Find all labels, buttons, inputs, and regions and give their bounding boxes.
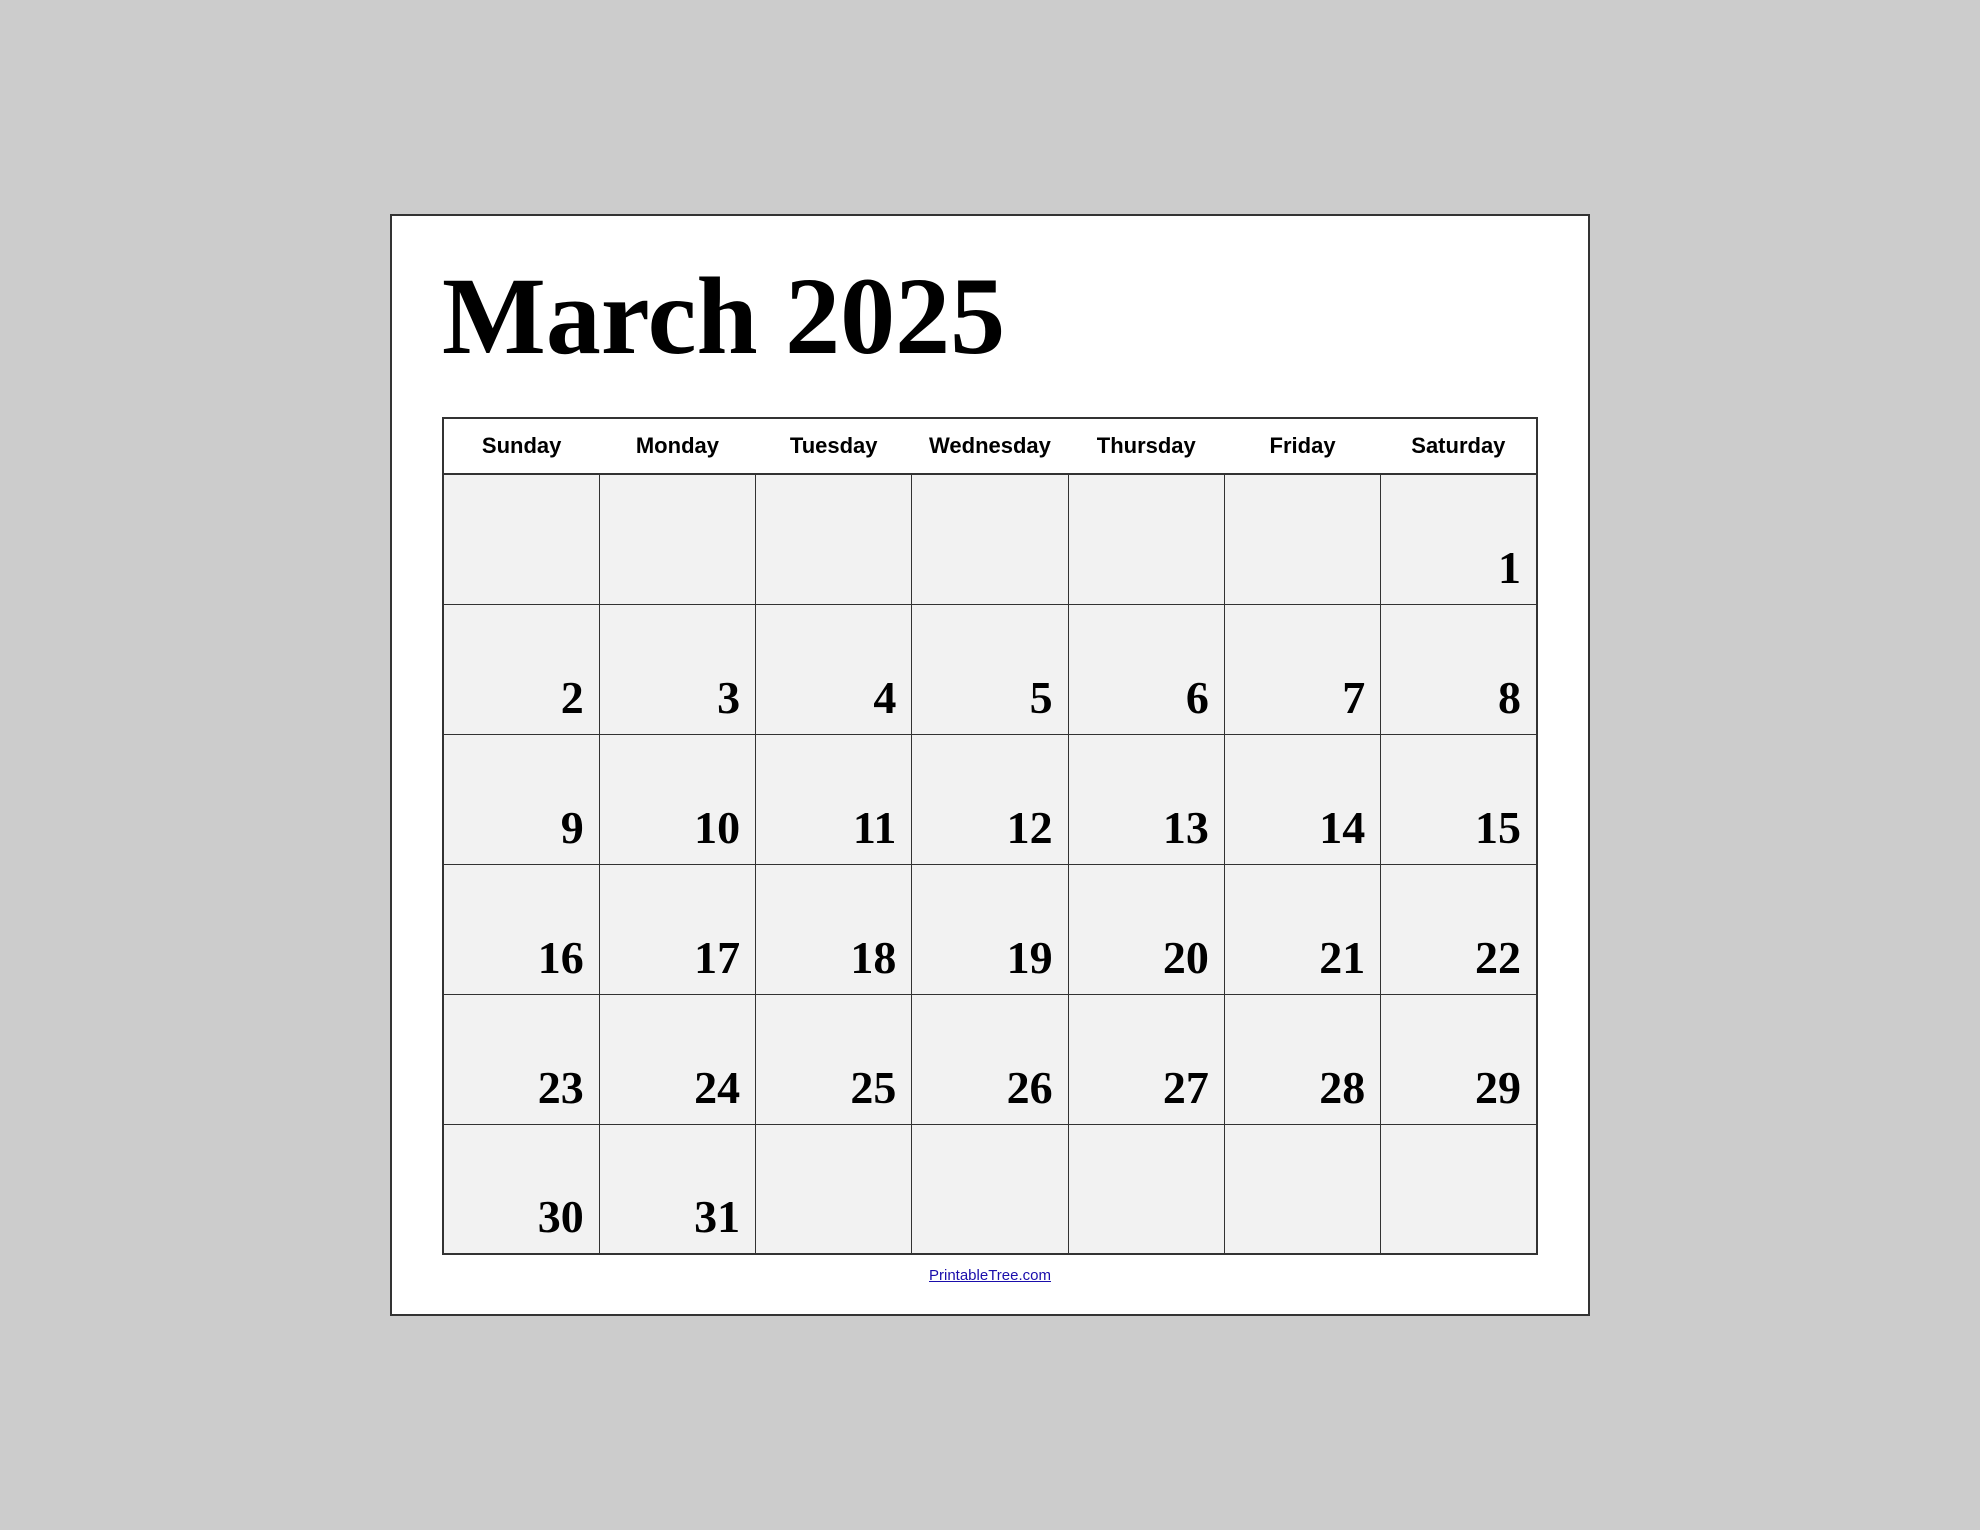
calendar-day-empty — [912, 474, 1068, 604]
calendar-day-26[interactable]: 26 — [912, 994, 1068, 1124]
calendar-day-empty — [1068, 474, 1224, 604]
calendar-day-22[interactable]: 22 — [1381, 864, 1537, 994]
calendar-day-25[interactable]: 25 — [756, 994, 912, 1124]
day-header-sunday: Sunday — [443, 418, 599, 474]
calendar-day-14[interactable]: 14 — [1224, 734, 1380, 864]
calendar-day-8[interactable]: 8 — [1381, 604, 1537, 734]
calendar-day-2[interactable]: 2 — [443, 604, 599, 734]
calendar-day-19[interactable]: 19 — [912, 864, 1068, 994]
calendar-day-31[interactable]: 31 — [599, 1124, 755, 1254]
calendar-day-15[interactable]: 15 — [1381, 734, 1537, 864]
calendar-week-row: 23242526272829 — [443, 994, 1537, 1124]
calendar-day-17[interactable]: 17 — [599, 864, 755, 994]
calendar-day-empty — [1381, 1124, 1537, 1254]
calendar-title: March 2025 — [442, 256, 1538, 377]
day-header-wednesday: Wednesday — [912, 418, 1068, 474]
calendar-week-row: 3031 — [443, 1124, 1537, 1254]
calendar-grid: SundayMondayTuesdayWednesdayThursdayFrid… — [442, 417, 1538, 1255]
calendar-day-24[interactable]: 24 — [599, 994, 755, 1124]
day-header-saturday: Saturday — [1381, 418, 1537, 474]
calendar-week-row: 1 — [443, 474, 1537, 604]
printabletree-link[interactable]: PrintableTree.com — [929, 1267, 1051, 1284]
calendar-day-20[interactable]: 20 — [1068, 864, 1224, 994]
calendar-day-29[interactable]: 29 — [1381, 994, 1537, 1124]
calendar-week-row: 2345678 — [443, 604, 1537, 734]
calendar-day-9[interactable]: 9 — [443, 734, 599, 864]
calendar-day-empty — [1224, 1124, 1380, 1254]
calendar-day-27[interactable]: 27 — [1068, 994, 1224, 1124]
calendar-day-23[interactable]: 23 — [443, 994, 599, 1124]
calendar-container: March 2025 SundayMondayTuesdayWednesdayT… — [390, 214, 1590, 1316]
calendar-day-6[interactable]: 6 — [1068, 604, 1224, 734]
day-header-monday: Monday — [599, 418, 755, 474]
day-header-row: SundayMondayTuesdayWednesdayThursdayFrid… — [443, 418, 1537, 474]
calendar-day-7[interactable]: 7 — [1224, 604, 1380, 734]
calendar-day-empty — [756, 474, 912, 604]
day-header-friday: Friday — [1224, 418, 1380, 474]
calendar-day-empty — [599, 474, 755, 604]
calendar-day-13[interactable]: 13 — [1068, 734, 1224, 864]
calendar-day-empty — [912, 1124, 1068, 1254]
calendar-week-row: 16171819202122 — [443, 864, 1537, 994]
calendar-day-21[interactable]: 21 — [1224, 864, 1380, 994]
calendar-day-12[interactable]: 12 — [912, 734, 1068, 864]
calendar-week-row: 9101112131415 — [443, 734, 1537, 864]
calendar-footer: PrintableTree.com — [442, 1267, 1538, 1284]
calendar-day-28[interactable]: 28 — [1224, 994, 1380, 1124]
calendar-day-empty — [443, 474, 599, 604]
calendar-day-16[interactable]: 16 — [443, 864, 599, 994]
calendar-day-10[interactable]: 10 — [599, 734, 755, 864]
calendar-day-3[interactable]: 3 — [599, 604, 755, 734]
calendar-day-5[interactable]: 5 — [912, 604, 1068, 734]
calendar-day-4[interactable]: 4 — [756, 604, 912, 734]
calendar-day-empty — [756, 1124, 912, 1254]
day-header-tuesday: Tuesday — [756, 418, 912, 474]
calendar-day-empty — [1224, 474, 1380, 604]
calendar-day-30[interactable]: 30 — [443, 1124, 599, 1254]
calendar-day-1[interactable]: 1 — [1381, 474, 1537, 604]
calendar-day-18[interactable]: 18 — [756, 864, 912, 994]
calendar-day-empty — [1068, 1124, 1224, 1254]
calendar-day-11[interactable]: 11 — [756, 734, 912, 864]
day-header-thursday: Thursday — [1068, 418, 1224, 474]
